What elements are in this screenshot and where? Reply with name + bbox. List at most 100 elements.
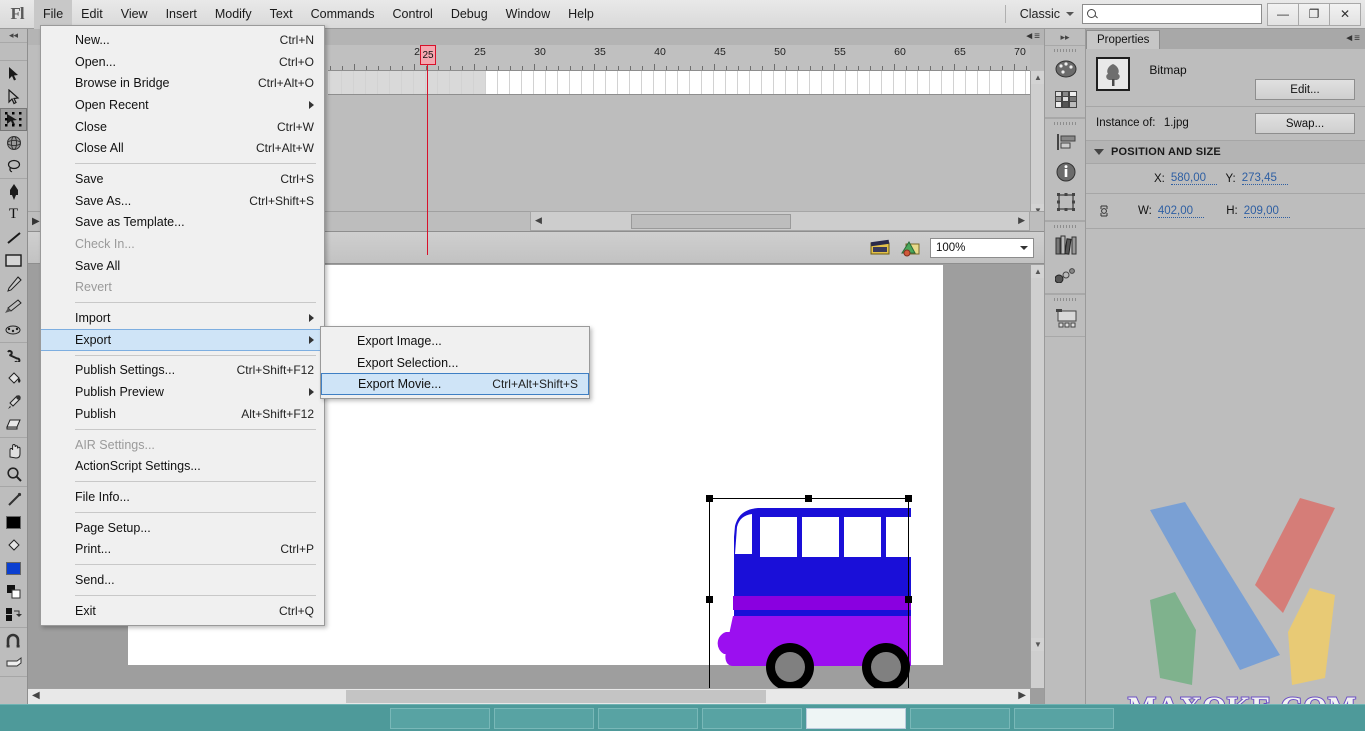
menu-control[interactable]: Control xyxy=(384,0,442,29)
transform-handle-ml[interactable] xyxy=(706,596,713,603)
frame-cell[interactable] xyxy=(822,71,834,94)
motion-editor-icon[interactable] xyxy=(1045,260,1087,290)
library-icon[interactable] xyxy=(1045,230,1087,260)
frame-cell[interactable] xyxy=(726,71,738,94)
frame-cell[interactable] xyxy=(942,71,954,94)
close-button[interactable]: ✕ xyxy=(1329,2,1361,26)
timeline-horizontal-scrollbar[interactable]: ◀ ▶ xyxy=(530,211,1030,231)
transform-handle-tm[interactable] xyxy=(805,495,812,502)
frame-cell[interactable] xyxy=(522,71,534,94)
frame-cell[interactable] xyxy=(966,71,978,94)
frame-cell[interactable] xyxy=(486,71,498,94)
lasso-tool[interactable] xyxy=(0,154,27,177)
menu-item-page-setup[interactable]: Page Setup... xyxy=(41,517,324,539)
submenu-item-export-selection[interactable]: Export Selection... xyxy=(321,352,589,374)
menu-item-exit[interactable]: Exit Ctrl+Q xyxy=(41,600,324,622)
menu-item-save-as-template[interactable]: Save as Template... xyxy=(41,212,324,234)
bus-illustration[interactable] xyxy=(706,492,912,688)
menu-item-open-recent[interactable]: Open Recent xyxy=(41,94,324,116)
transform-handle-tl[interactable] xyxy=(706,495,713,502)
frame-cell[interactable] xyxy=(330,71,342,94)
menu-item-publish-settings[interactable]: Publish Settings... Ctrl+Shift+F12 xyxy=(41,360,324,382)
line-tool[interactable] xyxy=(0,226,27,249)
scrollbar-thumb[interactable] xyxy=(631,214,791,229)
frame-cell[interactable] xyxy=(378,71,390,94)
zoom-level-select[interactable]: 100% xyxy=(930,237,1034,258)
frame-cell[interactable] xyxy=(750,71,762,94)
text-tool[interactable]: T xyxy=(0,203,27,226)
submenu-item-export-image[interactable]: Export Image... xyxy=(321,330,589,352)
frame-cell[interactable] xyxy=(786,71,798,94)
frame-cell[interactable] xyxy=(618,71,630,94)
transform-icon[interactable] xyxy=(1045,187,1087,217)
menu-item-save[interactable]: Save Ctrl+S xyxy=(41,168,324,190)
brush-tool[interactable] xyxy=(0,295,27,318)
frame-cell[interactable] xyxy=(438,71,450,94)
edit-button[interactable]: Edit... xyxy=(1255,79,1355,100)
instance-of-value[interactable]: 1.jpg xyxy=(1164,117,1189,129)
scroll-down-icon[interactable]: ▼ xyxy=(1031,638,1045,651)
zoom-tool[interactable] xyxy=(0,462,27,485)
frame-cell[interactable] xyxy=(570,71,582,94)
taskbar-item[interactable] xyxy=(598,707,698,729)
h-value[interactable]: 209,00 xyxy=(1243,205,1290,218)
frame-cell[interactable] xyxy=(414,71,426,94)
export-submenu[interactable]: Export Image... Export Selection... Export… xyxy=(320,326,590,400)
frame-cell[interactable] xyxy=(654,71,666,94)
submenu-item-export-movie[interactable]: Export Movie... Ctrl+Alt+Shift+S xyxy=(321,373,589,396)
frame-cell[interactable] xyxy=(474,71,486,94)
edit-symbol-icon[interactable] xyxy=(900,239,922,257)
menu-item-new[interactable]: New... Ctrl+N xyxy=(41,29,324,51)
hand-tool[interactable] xyxy=(0,439,27,462)
frame-cell[interactable] xyxy=(990,71,1002,94)
black-and-white-icon[interactable] xyxy=(0,580,27,603)
frame-cell[interactable] xyxy=(846,71,858,94)
frame-cell[interactable] xyxy=(666,71,678,94)
menu-item-save-as[interactable]: Save As... Ctrl+Shift+S xyxy=(41,190,324,212)
scene-icon[interactable] xyxy=(1045,303,1087,333)
frame-cell[interactable] xyxy=(858,71,870,94)
drag-grip[interactable] xyxy=(1045,119,1085,127)
scroll-up-icon[interactable]: ▲ xyxy=(1031,265,1045,278)
frame-cell[interactable] xyxy=(354,71,366,94)
menu-debug[interactable]: Debug xyxy=(442,0,497,29)
menu-item-close[interactable]: Close Ctrl+W xyxy=(41,116,324,138)
taskbar-item[interactable] xyxy=(702,707,802,729)
frame-cell[interactable] xyxy=(510,71,522,94)
taskbar-item[interactable] xyxy=(390,707,490,729)
search-field[interactable] xyxy=(1082,4,1262,24)
collapse-tools-icon[interactable]: ◂◂ xyxy=(0,29,27,43)
rectangle-tool[interactable] xyxy=(0,249,27,272)
restore-button[interactable]: ❐ xyxy=(1298,2,1330,26)
workspace-switcher[interactable]: Classic xyxy=(1012,7,1082,21)
swap-colors-icon[interactable] xyxy=(0,603,27,626)
frame-cell[interactable] xyxy=(798,71,810,94)
frame-cell[interactable] xyxy=(738,71,750,94)
3d-rotation-tool[interactable] xyxy=(0,131,27,154)
snap-to-objects-icon[interactable] xyxy=(0,629,27,652)
y-value[interactable]: 273,45 xyxy=(1241,172,1288,185)
frame-cell[interactable] xyxy=(882,71,894,94)
menu-item-print[interactable]: Print... Ctrl+P xyxy=(41,538,324,560)
frame-cell[interactable] xyxy=(870,71,882,94)
fill-color-swatch[interactable] xyxy=(0,557,27,580)
taskbar-item[interactable] xyxy=(1014,707,1114,729)
selection-tool[interactable] xyxy=(0,62,27,85)
drag-grip[interactable] xyxy=(1045,222,1085,230)
frame-cell[interactable] xyxy=(498,71,510,94)
deco-tool[interactable] xyxy=(0,318,27,341)
minimize-button[interactable]: — xyxy=(1267,2,1299,26)
scroll-left-icon[interactable]: ◀ xyxy=(535,215,542,226)
scroll-up-icon[interactable]: ▲ xyxy=(1031,71,1045,84)
expand-panels-icon[interactable]: ▸▸ xyxy=(1045,29,1085,45)
stroke-color-swatch[interactable] xyxy=(0,511,27,534)
eyedropper-tool[interactable] xyxy=(0,390,27,413)
frame-cell[interactable] xyxy=(642,71,654,94)
drag-grip[interactable] xyxy=(1045,295,1085,303)
bone-tool[interactable] xyxy=(0,344,27,367)
tab-properties[interactable]: Properties xyxy=(1086,30,1161,49)
menu-item-open[interactable]: Open... Ctrl+O xyxy=(41,51,324,73)
x-value[interactable]: 580,00 xyxy=(1170,172,1217,185)
menu-item-send[interactable]: Send... xyxy=(41,569,324,591)
frame-cell[interactable] xyxy=(894,71,906,94)
